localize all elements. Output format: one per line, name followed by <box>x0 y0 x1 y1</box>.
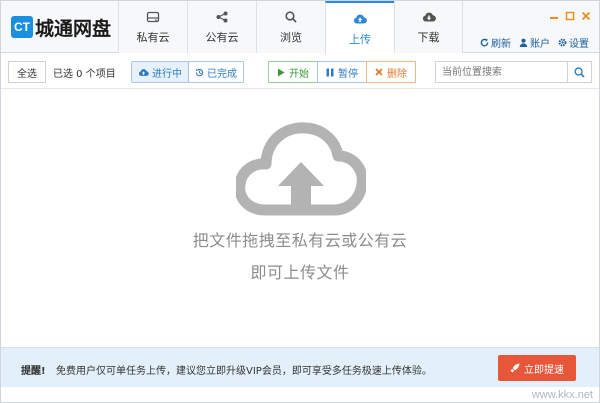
maximize-icon[interactable] <box>565 11 575 21</box>
filter-label: 进行中 <box>152 68 182 80</box>
tab-private-cloud[interactable]: 私有云 <box>118 1 187 53</box>
top-actions: 刷新 账户 设置 <box>480 35 589 50</box>
upload-drop-zone[interactable]: 把文件拖拽至私有云或公有云 即可上传文件 <box>1 90 599 346</box>
cloud-upload-icon <box>138 68 149 76</box>
tab-label: 上传 <box>349 32 371 46</box>
notice-title: 提醒! <box>21 366 46 377</box>
select-all-button[interactable]: 全选 <box>8 61 46 83</box>
delete-label: 删除 <box>387 68 407 80</box>
play-icon <box>278 68 285 76</box>
logo-mark: CT <box>11 16 33 38</box>
status-filter: 进行中 已完成 <box>131 61 244 83</box>
account-button[interactable]: 账户 <box>519 35 550 50</box>
filter-in-progress[interactable]: 进行中 <box>132 62 188 82</box>
watermark: www.kkx.net <box>531 389 593 401</box>
gear-icon <box>558 38 567 47</box>
search-button[interactable] <box>567 62 591 82</box>
search-icon <box>285 9 297 25</box>
cloud-upload-icon <box>236 122 366 216</box>
user-icon <box>519 38 528 47</box>
delete-button[interactable]: 删除 <box>366 61 416 83</box>
tab-upload[interactable]: 上传 <box>325 1 394 54</box>
minimize-icon[interactable] <box>549 11 559 21</box>
tab-label: 私有云 <box>136 31 170 44</box>
tab-label: 下载 <box>417 31 440 44</box>
refresh-icon <box>480 38 489 47</box>
close-icon[interactable] <box>581 11 591 21</box>
app-window: CT 城通网盘 私有云 公有云 浏览 上传 下载 刷新 账户 设置 全选 已选 … <box>0 0 600 403</box>
start-button[interactable]: 开始 <box>268 61 318 83</box>
main-nav: 私有云 公有云 浏览 上传 下载 <box>118 1 463 54</box>
footer <box>1 388 599 402</box>
header: CT 城通网盘 私有云 公有云 浏览 上传 下载 刷新 账户 设置 <box>1 1 599 54</box>
pause-label: 暂停 <box>338 68 358 80</box>
selected-count: 已选 0 个项目 <box>53 69 116 80</box>
tab-label: 公有云 <box>205 31 239 44</box>
close-icon <box>375 68 383 76</box>
window-controls <box>549 11 591 21</box>
start-label: 开始 <box>289 68 309 80</box>
notice-bar: 提醒! 免费用户仅可单任务上传，建议您立即升级VIP会员，即可享受多任务极速上传… <box>1 347 599 387</box>
pause-button[interactable]: 暂停 <box>317 61 367 83</box>
history-icon <box>195 68 204 76</box>
settings-button[interactable]: 设置 <box>558 35 589 50</box>
upgrade-label: 立即提速 <box>524 364 564 376</box>
app-title: 城通网盘 <box>35 17 112 40</box>
drop-hint-line1: 把文件拖拽至私有云或公有云 <box>192 231 408 250</box>
task-operations: 开始 暂停 删除 <box>268 61 416 83</box>
notice-text: 免费用户仅可单任务上传，建议您立即升级VIP会员，即可享受多任务极速上传体验。 <box>56 366 432 377</box>
tab-browse[interactable]: 浏览 <box>256 1 325 53</box>
settings-label: 设置 <box>569 39 589 50</box>
refresh-button[interactable]: 刷新 <box>480 35 511 50</box>
tab-label: 浏览 <box>280 31 302 44</box>
refresh-label: 刷新 <box>491 39 511 50</box>
pause-icon <box>326 68 334 76</box>
tab-public-cloud[interactable]: 公有云 <box>187 1 256 53</box>
search-box <box>435 61 592 83</box>
share-icon <box>216 9 228 25</box>
filter-label: 已完成 <box>207 68 237 80</box>
drop-hint-line2: 即可上传文件 <box>250 263 350 282</box>
search-input[interactable] <box>436 62 567 82</box>
toolbar: 全选 已选 0 个项目 进行中 已完成 开始 暂停 删除 <box>1 54 599 89</box>
upgrade-button[interactable]: 立即提速 <box>498 355 576 381</box>
search-icon <box>574 66 585 78</box>
filter-done[interactable]: 已完成 <box>188 62 243 82</box>
app-logo: CT 城通网盘 <box>11 15 112 40</box>
drive-icon <box>146 9 160 25</box>
cloud-download-icon <box>422 9 436 25</box>
rocket-icon <box>510 363 520 373</box>
cloud-upload-icon <box>353 11 367 27</box>
tab-download[interactable]: 下载 <box>394 1 463 53</box>
account-label: 账户 <box>530 39 550 50</box>
